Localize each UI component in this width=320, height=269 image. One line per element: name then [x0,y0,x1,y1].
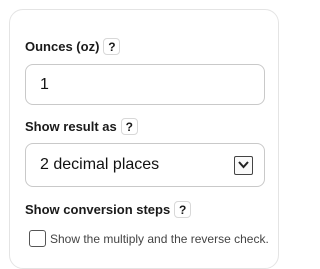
chevron-down-icon[interactable] [234,155,253,175]
steps-checkbox-label[interactable]: Show the multiply and the reverse check. [50,232,269,246]
ounces-input[interactable] [25,64,265,105]
steps-label-row: Show conversion steps ? [25,201,192,218]
steps-checkbox-row[interactable]: Show the multiply and the reverse check. [29,230,269,247]
ounces-label: Ounces (oz) [25,39,100,54]
steps-checkbox[interactable] [29,230,46,247]
steps-help-button[interactable]: ? [174,201,192,218]
ounces-help-button[interactable]: ? [103,38,121,55]
result-format-value: 2 decimal places [40,156,160,173]
ounces-label-row: Ounces (oz) ? [25,38,121,55]
result-label-row: Show result as ? [25,118,138,135]
steps-label: Show conversion steps [25,202,171,217]
result-format-select[interactable]: 2 decimal places [25,143,265,187]
result-help-button[interactable]: ? [120,118,138,135]
result-label: Show result as [25,119,117,134]
